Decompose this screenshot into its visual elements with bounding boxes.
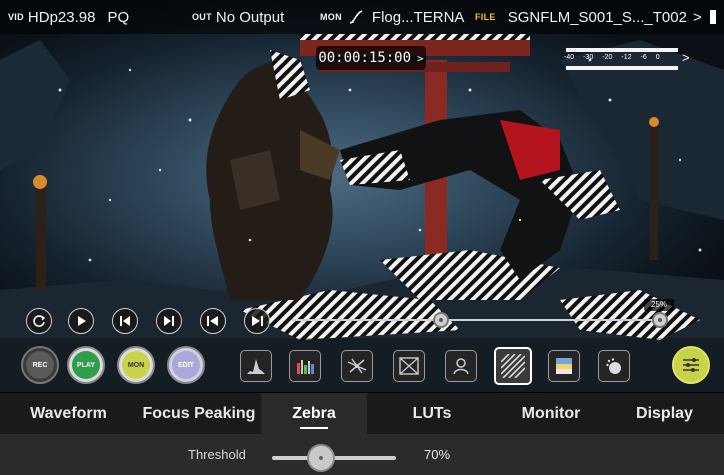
output-status[interactable]: OUT No Output (192, 0, 284, 34)
audio-scale: -40 -30 -20 -12 -6 0 (564, 54, 660, 61)
step-forward-button[interactable] (156, 308, 182, 334)
monitor-status[interactable]: MON Flog...TERNA (320, 0, 464, 34)
output-value: No Output (215, 8, 285, 26)
settings-button[interactable] (672, 346, 710, 384)
mon-tag: MON (320, 12, 342, 22)
dotted-circle-icon (606, 358, 621, 374)
step-back-button[interactable] (112, 308, 138, 334)
scale-tick: -30 (583, 54, 594, 61)
edit-mode-button[interactable]: EDIT (167, 346, 205, 384)
skip-back-icon (207, 316, 218, 326)
transfer-function: PQ (107, 8, 130, 26)
sliders-icon (683, 358, 699, 372)
edit-label: EDIT (172, 351, 200, 379)
tab-waveform[interactable]: Waveform (0, 393, 137, 435)
input-format: HDp23.98 (27, 8, 96, 26)
play-label: PLAY (72, 351, 100, 379)
rgb-parade-icon (297, 360, 314, 374)
out-tag: OUT (192, 12, 212, 22)
timecode-value: 00:00:15:00 (318, 50, 412, 66)
mon-lut-name: Flog...TERNA (371, 8, 465, 26)
tab-focus-peaking[interactable]: Focus Peaking (137, 393, 261, 435)
tab-display[interactable]: Display (605, 393, 724, 435)
scale-tick: 0 (655, 54, 660, 61)
step-forward-icon (164, 316, 174, 326)
log-curve-icon (349, 10, 363, 24)
loop-icon (33, 315, 46, 327)
scale-tick: -40 (564, 54, 575, 61)
mon-mode-button[interactable]: MON (117, 346, 155, 384)
vectorscope-tool-button[interactable] (341, 350, 373, 382)
scrub-bar[interactable] (292, 319, 664, 321)
chevron-right-icon: > (417, 51, 424, 65)
previous-clip-button[interactable] (200, 308, 226, 334)
scale-tick: -6 (640, 54, 647, 61)
file-name: SGNFLM_S001_S..._T002 (507, 8, 687, 26)
zebra-settings-panel (0, 434, 724, 475)
status-bar: VID HDp23.98 PQ OUT No Output MON Flog..… (0, 0, 724, 34)
vectorscope-icon (347, 358, 367, 374)
rec-mode-button[interactable]: REC (21, 346, 59, 384)
frame-guides-icon (399, 357, 419, 375)
frame-guides-tool-button[interactable] (393, 350, 425, 382)
scale-tick: -12 (621, 54, 632, 61)
waveform-tool-button[interactable] (240, 350, 272, 382)
play-button[interactable] (68, 308, 94, 334)
anamorphic-tool-button[interactable] (598, 350, 630, 382)
rgb-parade-tool-button[interactable] (289, 350, 321, 382)
tab-luts[interactable]: LUTs (367, 393, 497, 435)
focus-peaking-tool-button[interactable] (445, 350, 477, 382)
input-status[interactable]: VID HDp23.98 PQ (8, 0, 129, 34)
timecode-display[interactable]: 00:00:15:00 > (316, 46, 426, 70)
play-icon (78, 316, 86, 326)
play-mode-button[interactable]: PLAY (67, 346, 105, 384)
person-icon (453, 358, 469, 375)
zebra-icon (501, 354, 525, 378)
volume-label: 25% (644, 299, 674, 311)
file-status[interactable]: FILE SGNFLM_S001_S..._T002 > (475, 0, 716, 34)
volume-handle[interactable] (652, 312, 668, 328)
battery-indicator (709, 10, 716, 24)
scale-tick: -20 (602, 54, 613, 61)
file-tag: FILE (475, 12, 496, 22)
waveform-icon (247, 359, 265, 374)
threshold-slider-handle[interactable] (307, 444, 335, 472)
audio-meters[interactable]: -40 -30 -20 -12 -6 0 > (562, 44, 692, 74)
next-clip-button[interactable] (244, 308, 270, 334)
scrub-handle[interactable] (432, 312, 449, 328)
rec-label: REC (26, 351, 54, 379)
false-color-tool-button[interactable] (548, 350, 580, 382)
mon-label: MON (122, 351, 150, 379)
chevron-right-icon: > (692, 8, 702, 26)
skip-forward-icon (252, 316, 263, 326)
chevron-right-icon: > (682, 50, 690, 65)
loop-button[interactable] (26, 308, 52, 334)
tool-tabs: Waveform Focus Peaking Zebra LUTs Monito… (0, 392, 724, 435)
tab-monitor[interactable]: Monitor (497, 393, 605, 435)
false-color-icon (556, 358, 572, 374)
tab-zebra[interactable]: Zebra (261, 393, 367, 435)
threshold-label: Threshold (188, 447, 246, 462)
vid-tag: VID (8, 12, 24, 22)
threshold-value: 70% (424, 447, 451, 462)
audio-meter-ch2 (566, 66, 678, 70)
audio-meter-ch1 (566, 48, 678, 52)
zebra-tool-button[interactable] (494, 347, 532, 385)
step-back-icon (120, 316, 130, 326)
